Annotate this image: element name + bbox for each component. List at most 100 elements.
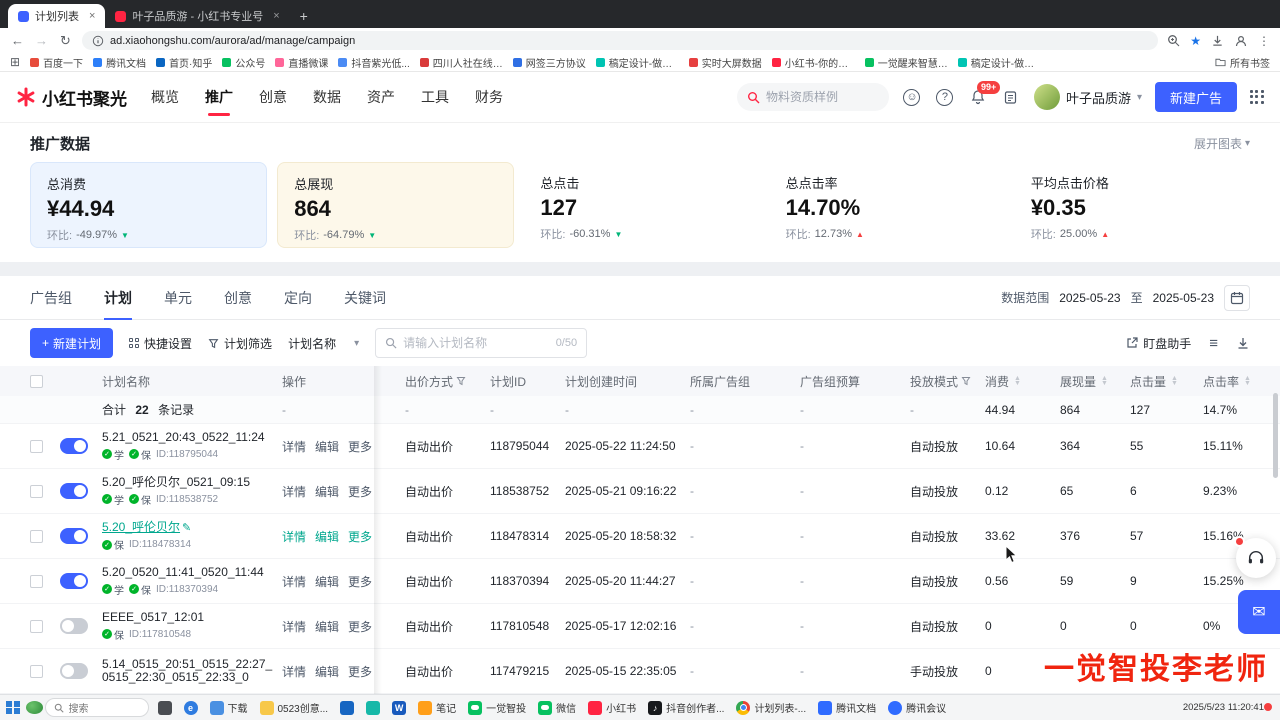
date-start[interactable]: 2025-05-23 [1059, 291, 1120, 305]
action-detail[interactable]: 详情 [282, 528, 306, 545]
taskbar-search[interactable]: 搜索 [45, 698, 149, 717]
taskbar-xiaohongshu[interactable]: 小红书 [585, 697, 639, 718]
app-grid-icon[interactable] [1250, 90, 1264, 104]
action-more[interactable]: 更多 [348, 618, 372, 635]
url-box[interactable]: ad.xiaohongshu.com/aurora/ad/manage/camp… [82, 31, 1158, 50]
stat-card-ctr[interactable]: 总点击率 14.70% 环比:12.73%▲ [770, 162, 1005, 248]
col-bid-type[interactable]: 出价方式 [405, 373, 490, 390]
taskbar-chrome-window[interactable]: 计划列表-... [733, 697, 809, 718]
plan-name[interactable]: 5.21_0521_20:43_0522_11:24 [102, 431, 274, 444]
row-checkbox[interactable] [30, 440, 43, 453]
site-info-icon[interactable] [92, 35, 104, 47]
row-checkbox[interactable] [30, 665, 43, 678]
tab-close-icon[interactable]: × [89, 10, 95, 22]
sort-icons[interactable]: ▲▼ [1244, 376, 1251, 387]
col-delivery-mode[interactable]: 投放模式 [910, 373, 985, 390]
action-detail[interactable]: 详情 [282, 483, 306, 500]
taskbar-word[interactable]: W [389, 697, 409, 718]
plan-toggle[interactable] [60, 483, 88, 499]
plan-search-box[interactable]: 0/50 [375, 328, 587, 358]
tab-plan[interactable]: 计划 [104, 276, 132, 319]
nav-finance[interactable]: 财务 [475, 87, 503, 107]
edit-name-icon[interactable]: ✎ [182, 522, 191, 534]
taskbar-downloads[interactable]: 下载 [207, 697, 251, 718]
tab-unit[interactable]: 单元 [164, 276, 192, 319]
action-edit[interactable]: 编辑 [315, 528, 339, 545]
tab-keywords[interactable]: 关键词 [344, 276, 386, 319]
action-detail[interactable]: 详情 [282, 438, 306, 455]
bookmark-item[interactable]: 实时大屏数据 [689, 55, 762, 70]
plan-name[interactable]: 5.20_呼伦贝尔 [102, 520, 180, 534]
plan-toggle[interactable] [60, 573, 88, 589]
stat-card-cost[interactable]: 总消费 ¥44.94 环比:-49.97%▼ [30, 162, 267, 248]
message-button[interactable]: ✉ [1238, 590, 1280, 634]
plan-filter-button[interactable]: 计划筛选 [208, 335, 272, 352]
tab-close-icon[interactable]: × [273, 10, 279, 22]
row-checkbox[interactable] [30, 620, 43, 633]
bookmark-item[interactable]: 网签三方协议 [513, 55, 586, 70]
tab-creative[interactable]: 创意 [224, 276, 252, 319]
bookmark-item[interactable]: 稿定设计-做图做视... [958, 55, 1041, 70]
stat-card-impressions[interactable]: 总展现 864 环比:-64.79%▼ [277, 162, 514, 248]
plan-name[interactable]: EEEE_0517_12:01 [102, 611, 274, 624]
plan-toggle[interactable] [60, 663, 88, 679]
tab-ad-group[interactable]: 广告组 [30, 276, 72, 319]
monitor-assistant-button[interactable]: 盯盘助手 [1126, 335, 1191, 352]
expand-chart-button[interactable]: 展开图表▾ [1194, 135, 1250, 152]
taskbar-clock[interactable]: 2025/5/23 11:20:41 [1179, 702, 1274, 713]
bookmark-item[interactable]: 公众号 [222, 55, 265, 70]
action-more[interactable]: 更多 [348, 438, 372, 455]
plan-toggle[interactable] [60, 438, 88, 454]
action-edit[interactable]: 编辑 [315, 483, 339, 500]
action-more[interactable]: 更多 [348, 528, 372, 545]
plan-name-select[interactable]: 计划名称 ▾ [288, 335, 359, 352]
plan-search-input[interactable] [403, 336, 550, 350]
browser-menu-icon[interactable]: ⋮ [1258, 34, 1270, 48]
taskbar-app-blue[interactable] [337, 697, 357, 718]
back-icon[interactable]: ← [10, 33, 25, 48]
bookmark-item[interactable]: 百度一下 [30, 55, 83, 70]
action-edit[interactable]: 编辑 [315, 438, 339, 455]
action-edit[interactable]: 编辑 [315, 663, 339, 680]
plan-name[interactable]: 5.20_0520_11:41_0520_11:44 [102, 566, 274, 579]
nav-data[interactable]: 数据 [313, 87, 341, 107]
bookmark-item[interactable]: 四川人社在线公共... [420, 55, 503, 70]
forward-icon[interactable]: → [34, 33, 49, 48]
action-detail[interactable]: 详情 [282, 573, 306, 590]
download-icon[interactable] [1211, 34, 1224, 47]
stat-card-avg-cpc[interactable]: 平均点击价格 ¥0.35 环比:25.00%▲ [1015, 162, 1250, 248]
vertical-scrollbar[interactable] [1273, 393, 1278, 478]
plan-name[interactable]: 5.14_0515_20:51_0515_22:27_0515_22:30_05… [102, 658, 274, 684]
nav-assets[interactable]: 资产 [367, 87, 395, 107]
start-button-icon[interactable] [6, 701, 20, 715]
bookmark-item[interactable]: 小红书-你的生活... [772, 55, 855, 70]
new-tab-button[interactable]: + [300, 8, 308, 24]
account-menu[interactable]: 叶子品质游 ▾ [1034, 84, 1142, 110]
action-detail[interactable]: 详情 [282, 663, 306, 680]
date-end[interactable]: 2025-05-23 [1153, 291, 1214, 305]
select-all-checkbox[interactable] [30, 375, 43, 388]
nav-overview[interactable]: 概览 [151, 87, 179, 107]
header-search[interactable] [737, 83, 889, 111]
browser-tab-xhs[interactable]: 叶子品质游 - 小红书专业号 × [105, 4, 289, 28]
browser-tab-campaign-list[interactable]: 计划列表 × [8, 4, 105, 28]
plan-toggle[interactable] [60, 618, 88, 634]
bookmark-item[interactable]: 稿定设计-做图做视... [596, 55, 679, 70]
sort-icons[interactable]: ▲▼ [1101, 376, 1108, 387]
nav-tools[interactable]: 工具 [421, 87, 449, 107]
col-impressions[interactable]: 展现量▲▼ [1060, 373, 1130, 390]
taskbar-app-teal[interactable] [363, 697, 383, 718]
col-cost[interactable]: 消费▲▼ [985, 373, 1060, 390]
calendar-button[interactable] [1224, 285, 1250, 311]
nav-promotion[interactable]: 推广 [205, 87, 233, 107]
refresh-icon[interactable]: ↻ [58, 33, 73, 49]
taskbar-folder-0523[interactable]: 0523创意... [257, 697, 332, 718]
bookmark-star-icon[interactable]: ★ [1190, 34, 1201, 48]
action-more[interactable]: 更多 [348, 483, 372, 500]
col-clicks[interactable]: 点击量▲▼ [1130, 373, 1203, 390]
all-bookmarks[interactable]: 所有书签 [1215, 55, 1270, 70]
quick-settings-button[interactable]: 快捷设置 [129, 335, 192, 352]
stat-card-clicks[interactable]: 总点击 127 环比:-60.31%▼ [524, 162, 759, 248]
col-ctr[interactable]: 点击率▲▼ [1203, 373, 1280, 390]
action-more[interactable]: 更多 [348, 573, 372, 590]
